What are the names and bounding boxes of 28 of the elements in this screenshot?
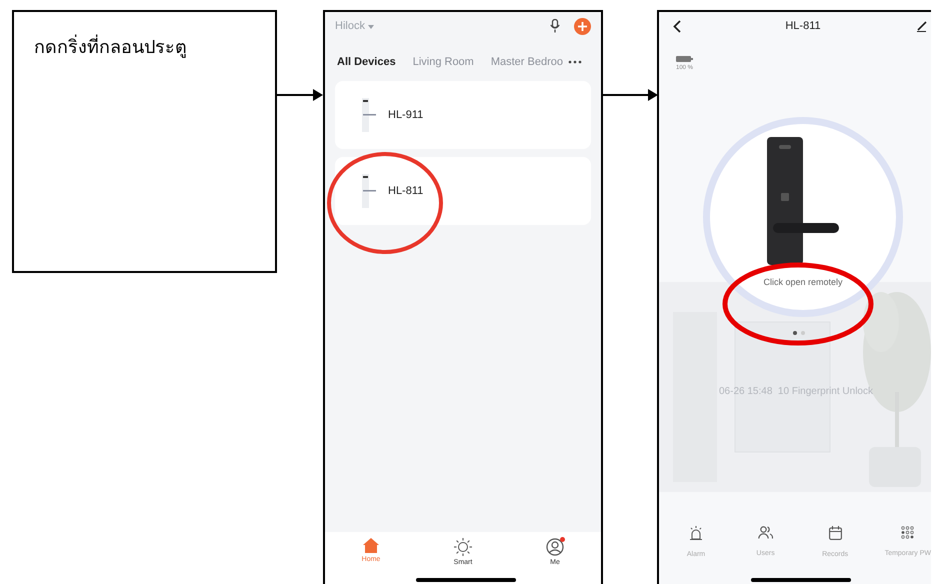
battery-icon xyxy=(676,56,693,62)
keypad-icon xyxy=(901,526,914,538)
back-icon[interactable] xyxy=(673,20,681,32)
calendar-icon xyxy=(828,526,842,540)
microphone-icon[interactable] xyxy=(550,19,560,33)
add-icon[interactable] xyxy=(574,18,591,34)
screen-title: HL-811 xyxy=(785,18,821,34)
door-lock-icon xyxy=(360,174,376,208)
room-tab[interactable]: Living Room xyxy=(412,54,474,70)
house-icon xyxy=(363,538,379,553)
remote-open-label: Click open remotely xyxy=(763,276,843,289)
profile-icon xyxy=(546,538,564,556)
device-name: HL-911 xyxy=(388,108,424,123)
door-lock-icon xyxy=(360,98,376,132)
users-icon xyxy=(758,526,774,538)
room-tab[interactable]: Master Bedroo xyxy=(490,54,563,70)
device-card[interactable]: HL-811 xyxy=(335,157,591,225)
caret-icon xyxy=(368,24,374,29)
sun-icon xyxy=(454,538,472,556)
unlock-button[interactable]: Click open remotely xyxy=(703,117,903,317)
home-selector[interactable]: Hilock xyxy=(335,18,374,34)
device-card[interactable]: HL-911 xyxy=(335,81,591,149)
instruction-text: กดกริ่งที่กลอนประตู xyxy=(34,34,255,61)
room-tab[interactable]: All Devices xyxy=(337,54,396,70)
edit-icon[interactable] xyxy=(916,20,929,32)
more-icon[interactable] xyxy=(568,60,582,64)
alarm-icon xyxy=(689,526,703,540)
device-name: HL-811 xyxy=(388,184,424,199)
